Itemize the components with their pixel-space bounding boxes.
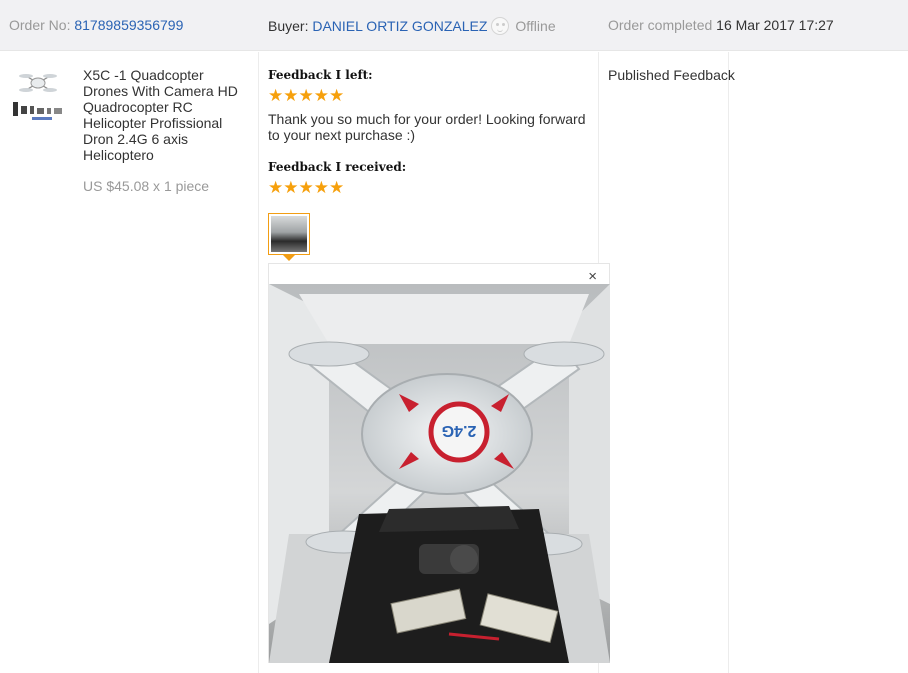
order-completed-date: 16 Mar 2017 17:27: [716, 17, 834, 33]
product-title[interactable]: X5C -1 Quadcopter Drones With Camera HD …: [83, 67, 248, 163]
product-thumbnail[interactable]: [10, 70, 66, 122]
feedback-left-label: Feedback I left:: [268, 68, 373, 82]
feedback-photo-large: 2.4G: [269, 284, 610, 663]
order-completed-label: Order completed: [608, 17, 713, 33]
photo-preview-popup: × 2.4G: [268, 263, 610, 663]
close-icon[interactable]: ×: [588, 269, 597, 284]
chat-status-icon[interactable]: [491, 17, 510, 35]
column-divider: [258, 52, 259, 673]
photo-caret: [283, 255, 295, 261]
feedback-photo-thumbnail[interactable]: [268, 213, 310, 255]
drone-image-icon: [13, 74, 62, 120]
buyer-group: Buyer: DANIEL ORTIZ GONZALEZ Offline: [268, 17, 556, 35]
order-number-label: Order No:: [9, 17, 71, 33]
photo-thumbnail-image: [271, 216, 307, 252]
buyer-status: Offline: [515, 18, 556, 34]
buyer-name-link[interactable]: DANIEL ORTIZ GONZALEZ: [312, 18, 487, 34]
feedback-received-label: Feedback I received:: [268, 160, 407, 174]
feedback-left-text: Thank you so much for your order! Lookin…: [268, 111, 586, 143]
feedback-left-stars: ★★★★★: [268, 86, 345, 105]
drone-body-label: 2.4G: [442, 422, 477, 439]
order-completed-group: Order completed 16 Mar 2017 17:27: [608, 17, 834, 33]
product-price: US $45.08 x 1 piece: [83, 178, 210, 194]
order-number-group: Order No: 81789859356799: [9, 17, 183, 33]
feedback-status: Published Feedback: [608, 67, 735, 83]
buyer-label: Buyer:: [268, 18, 309, 34]
feedback-received-stars: ★★★★★: [268, 178, 345, 197]
drone-box-photo: 2.4G: [269, 284, 610, 663]
order-number-link[interactable]: 81789859356799: [74, 17, 183, 33]
column-divider: [728, 52, 729, 673]
order-header: Order No: 81789859356799 Buyer: DANIEL O…: [0, 0, 908, 51]
